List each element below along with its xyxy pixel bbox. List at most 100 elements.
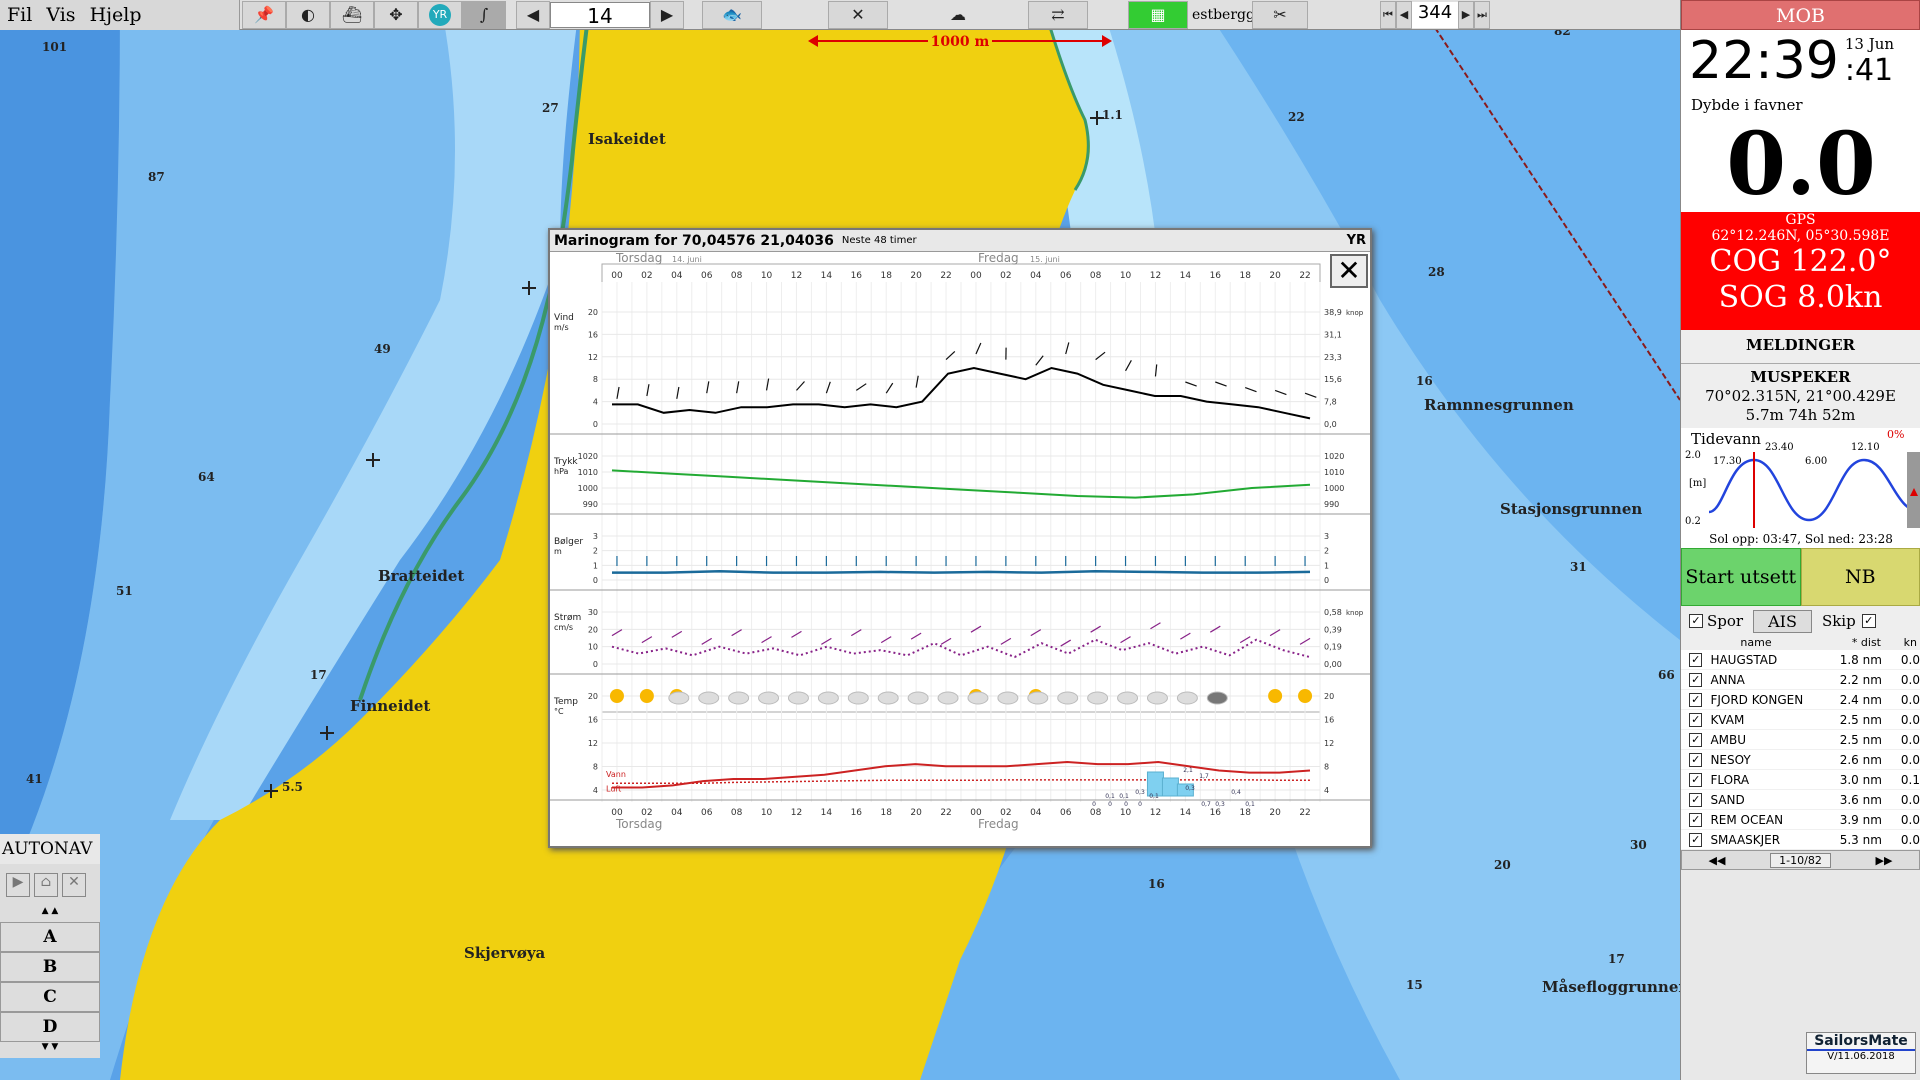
last-button[interactable]: ⏭ [1474,0,1490,29]
axis-tick-label: 20 [588,308,598,317]
hour-tick-label: 00 [970,271,982,281]
axis-tick-label: 12 [1324,739,1334,748]
ship-checkbox[interactable]: ✓ [1689,752,1703,767]
wind-arrow [855,383,867,391]
ship-dist: 2.2 nm [1839,672,1882,687]
weather-icon[interactable]: ☁ [928,0,988,29]
compass-icon[interactable]: ✕ [828,0,888,29]
col-kn[interactable]: kn [1881,636,1917,650]
col-name[interactable]: name [1681,636,1831,650]
cloud-icon [1176,691,1198,705]
ship-checkbox[interactable]: ✓ [1689,652,1703,667]
boat-frame-icon[interactable]: ⛴ [330,0,374,29]
ais-row[interactable]: ✓ ANNA 2.2 nm 0.0 [1681,670,1920,690]
yr-icon[interactable]: YR [418,0,462,29]
hour-tick-label: 22 [940,271,951,281]
menu-hjelp[interactable]: Hjelp [83,4,149,26]
precip-label: 0,1 [1245,801,1255,808]
ais-row[interactable]: ✓ NESOY 2.6 nm 0.0 [1681,750,1920,770]
tide-axis-min: 0.2 [1685,516,1701,527]
ais-row[interactable]: ✓ FLORA 3.0 nm 0.1 [1681,770,1920,790]
first-button[interactable]: ⏮ [1380,0,1396,29]
skip-label: Skip [1821,612,1856,630]
ship-checkbox[interactable]: ✓ [1689,692,1703,707]
route-icon[interactable]: ∫ [462,0,506,29]
prev-page-icon[interactable]: ◀◀ [1682,854,1752,867]
axis-tick-label: 0,39 [1324,625,1342,634]
start-delay-button[interactable]: Start utsett [1681,548,1801,606]
day-night-icon[interactable]: ◐ [286,0,330,29]
pin-icon[interactable]: 📌 [242,0,286,29]
depth-display[interactable]: Dybde i favner 0.0 [1681,92,1920,215]
zoom-in-button[interactable]: ▶ [650,0,684,29]
prev-button[interactable]: ◀ [1396,0,1412,29]
hour-tick-label: 20 [910,808,922,818]
hour-tick-label: 12 [1150,271,1161,281]
zoom-out-button[interactable]: ◀ [516,0,550,29]
place-label: Måsefloggrunnen [1542,978,1690,996]
ship-checkbox[interactable]: ✓ [1689,772,1703,787]
home-icon[interactable]: ⌂ [34,873,58,897]
wind-arrow [945,350,956,361]
axis-tick-label: 31,1 [1324,330,1342,339]
tide-display[interactable]: Tidevann 0% 2.0 [m] 0.2 17.30 23.40 6.00… [1681,428,1920,548]
ais-button[interactable]: AIS [1753,609,1812,633]
depth-sounding: 16 [1416,374,1433,388]
nb-button[interactable]: NB [1800,548,1920,606]
next-button[interactable]: ▶ [1458,0,1474,29]
track-counter[interactable]: 344 [1412,1,1458,28]
precip-label: 0,3 [1135,789,1145,796]
waypoint-c[interactable]: C [0,982,100,1012]
ship-checkbox[interactable]: ✓ [1689,732,1703,747]
ship-checkbox[interactable]: ✓ [1689,812,1703,827]
place-label: Bratteidet [378,567,465,585]
wind-arrow [1185,381,1197,387]
fish-icon[interactable]: 🐟 [702,0,762,29]
axis-tick-label: 12 [588,739,598,748]
spor-checkbox[interactable]: ✓ [1689,614,1703,628]
next-page-icon[interactable]: ▶▶ [1849,854,1919,867]
tools-icon[interactable]: ✂ [1252,0,1308,29]
waypoint-a[interactable]: A [0,922,100,952]
ship-speed: 0.0 [1900,752,1920,767]
ais-row[interactable]: ✓ FJORD KONGEN 2.4 nm 0.0 [1681,690,1920,710]
ais-row[interactable]: ✓ KVAM 2.5 nm 0.0 [1681,710,1920,730]
cloud-icon [758,691,780,705]
ais-row[interactable]: ✓ SAND 3.6 nm 0.0 [1681,790,1920,810]
ship-checkbox[interactable]: ✓ [1689,792,1703,807]
col-dist[interactable]: * dist [1831,636,1881,650]
scroll-up-icon[interactable]: ▲ ▲ [0,906,100,922]
skip-checkbox[interactable]: ✓ [1861,614,1876,628]
play-icon[interactable]: ▶ [6,873,30,897]
hour-tick-label: 04 [671,271,683,281]
waypoint-b[interactable]: B [0,952,100,982]
ais-row[interactable]: ✓ REM OCEAN 3.9 nm 0.0 [1681,810,1920,830]
hour-tick-label: 06 [1060,271,1072,281]
gps-display[interactable]: GPS 62°12.246N, 05°30.598E COG 122.0° SO… [1681,212,1920,330]
zoom-level[interactable]: 14 [550,1,650,28]
autonav-label: AUTONAV [0,834,100,864]
messages-button[interactable]: MELDINGER [1681,330,1920,364]
scroll-down-icon[interactable]: ▼ ▼ [0,1042,100,1058]
ais-row[interactable]: ✓ AMBU 2.5 nm 0.0 [1681,730,1920,750]
waypoint-d[interactable]: D [0,1012,100,1042]
wind-arrow [1215,381,1227,387]
cancel-icon[interactable]: ✕ [62,873,86,897]
panel-unit: m/s [554,323,569,332]
ship-checkbox[interactable]: ✓ [1689,712,1703,727]
ais-row[interactable]: ✓ HAUGSTAD 1.8 nm 0.0 [1681,650,1920,670]
panel-label: Bølger [554,537,583,547]
move-icon[interactable]: ✥ [374,0,418,29]
ship-checkbox[interactable]: ✓ [1689,832,1703,847]
cloud-icon [907,691,929,705]
menu-fil[interactable]: Fil [0,4,39,26]
network-icon[interactable]: ⇄ [1028,0,1088,29]
precip-label: 0 [1092,801,1096,808]
map-overlay-icon[interactable]: ▦ [1128,0,1188,29]
menu-vis[interactable]: Vis [39,4,82,26]
scale-label: 1000 m [931,34,990,50]
ais-row[interactable]: ✓ SMAASKJER 5.3 nm 0.0 [1681,830,1920,850]
mob-button[interactable]: MOB [1681,0,1920,30]
hour-tick-label: 14 [821,808,833,818]
ship-checkbox[interactable]: ✓ [1689,672,1703,687]
